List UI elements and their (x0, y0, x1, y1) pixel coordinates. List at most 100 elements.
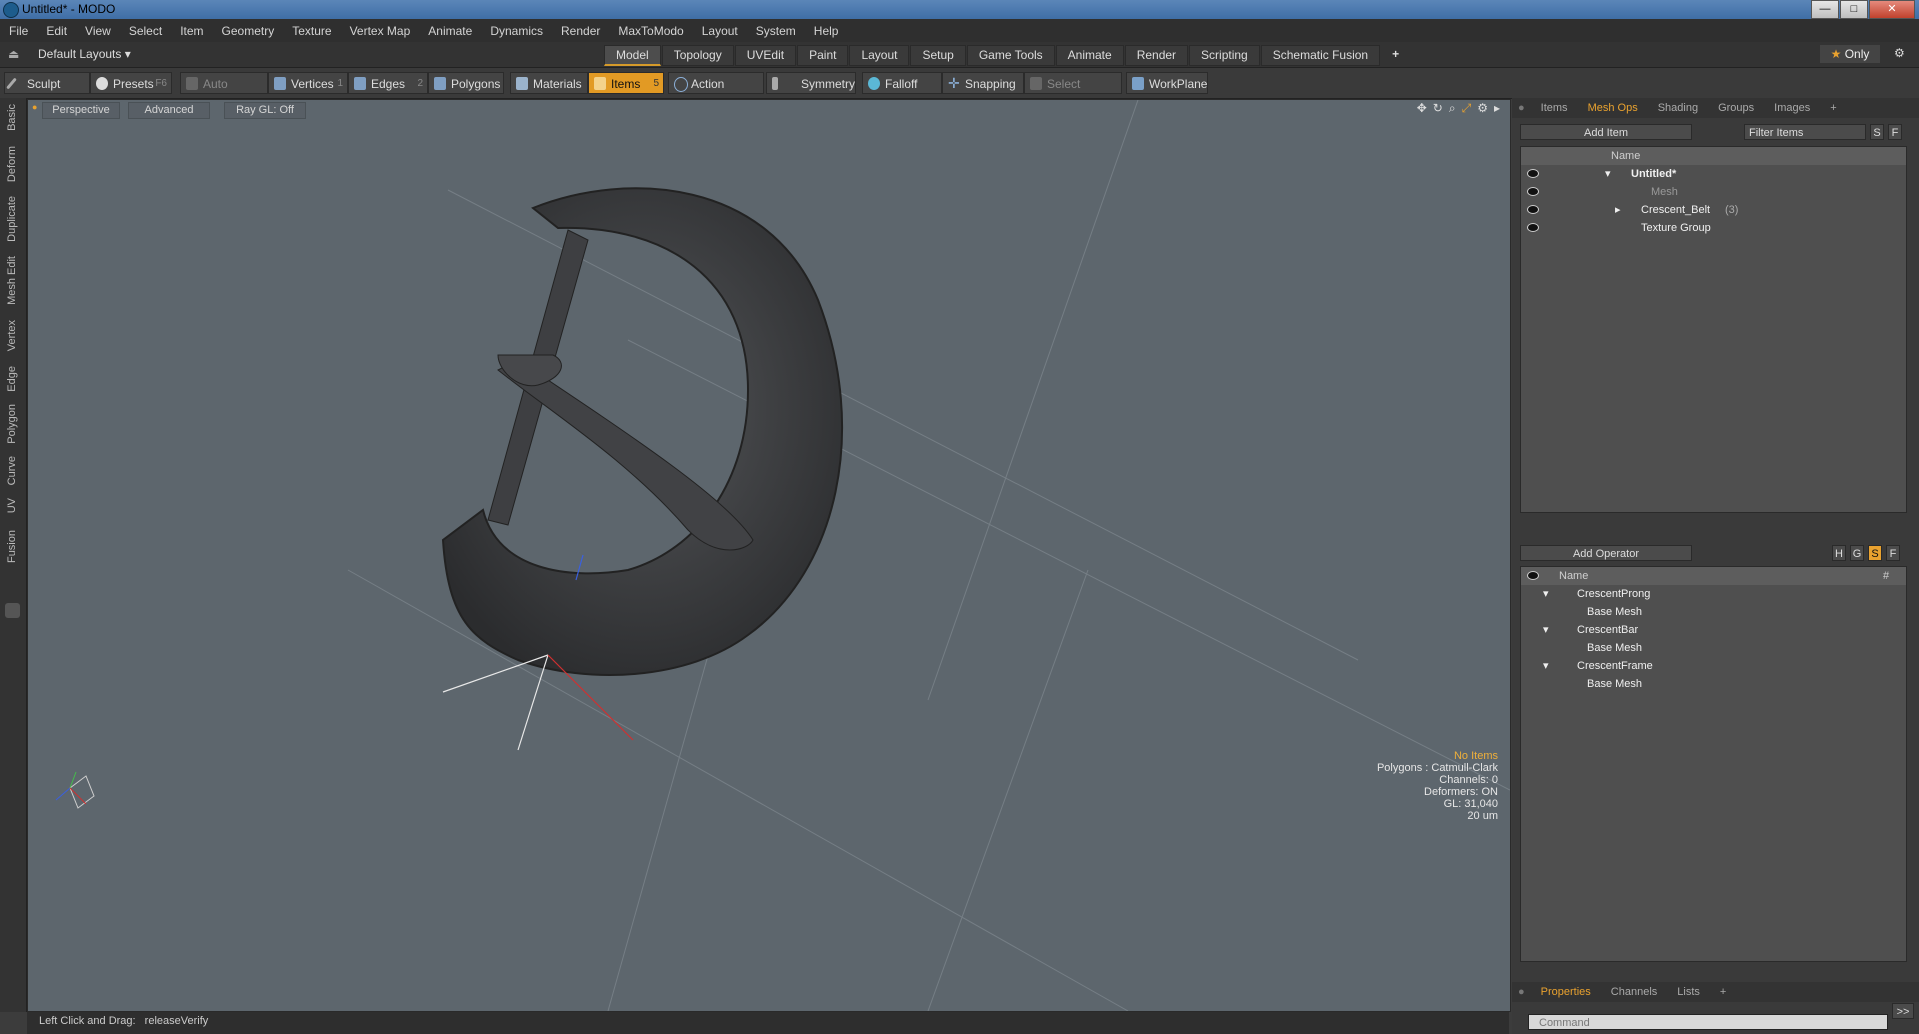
tab-curve[interactable]: Curve (6, 456, 18, 485)
tab-channels[interactable]: Channels (1601, 986, 1667, 998)
action-center-button[interactable]: Action Center (668, 72, 764, 113)
layout-up-icon[interactable]: ⏏ (8, 47, 19, 61)
tab-model[interactable]: Model (604, 45, 661, 66)
eye-icon[interactable] (1527, 169, 1539, 178)
only-button[interactable]: ★ Only (1820, 45, 1880, 63)
menu-animate[interactable]: Animate (419, 24, 481, 38)
tab-uvedit[interactable]: UVEdit (734, 45, 797, 66)
tab-properties[interactable]: Properties (1531, 986, 1601, 998)
meshop-row[interactable]: ▾ CrescentProng (1521, 585, 1906, 603)
workplane-button[interactable]: WorkPlane (1126, 72, 1208, 94)
tab-topology[interactable]: Topology (661, 45, 734, 66)
gear-icon[interactable]: ⚙ (1894, 46, 1905, 60)
tab-groups[interactable]: Groups (1708, 102, 1764, 114)
items-button[interactable]: Items 5 (588, 72, 664, 94)
menu-item[interactable]: Item (171, 24, 212, 38)
tab-layout[interactable]: Layout (849, 45, 910, 66)
menu-edit[interactable]: Edit (37, 24, 76, 38)
eye-icon[interactable] (1527, 205, 1539, 214)
eye-icon[interactable] (1527, 187, 1539, 196)
expand-button[interactable]: >> (1892, 1003, 1914, 1019)
tab-deform[interactable]: Deform (6, 146, 18, 182)
meshop-row[interactable]: Base Mesh (1521, 603, 1906, 621)
tab-paint[interactable]: Paint (797, 45, 849, 66)
vertices-button[interactable]: Vertices 1 (268, 72, 348, 94)
edges-button[interactable]: Edges 2 (348, 72, 428, 94)
add-item-button[interactable]: Add Item (1520, 124, 1692, 140)
expand-arrow-icon[interactable]: ▾ (1543, 585, 1549, 603)
add-tab-button[interactable]: + (1381, 45, 1410, 66)
meshops-h-button[interactable]: H (1832, 545, 1846, 561)
snapping-button[interactable]: ✛ Snapping (942, 72, 1024, 94)
tab-schematic-fusion[interactable]: Schematic Fusion (1260, 45, 1381, 66)
maximize-button[interactable]: □ (1840, 0, 1868, 19)
add-panel-tab-button[interactable]: + (1710, 986, 1736, 998)
tab-polygon[interactable]: Polygon (6, 404, 18, 444)
tab-mesh-ops[interactable]: Mesh Ops (1578, 102, 1648, 114)
tab-uv[interactable]: UV (6, 498, 18, 513)
meshop-row[interactable]: Base Mesh (1521, 675, 1906, 693)
meshops-s-button[interactable]: S (1868, 545, 1882, 561)
tab-scripting[interactable]: Scripting (1189, 45, 1260, 66)
add-operator-button[interactable]: Add Operator (1520, 545, 1692, 561)
menu-help[interactable]: Help (805, 24, 848, 38)
filter-items-input[interactable]: Filter Items (1744, 124, 1866, 140)
panel-menu-icon[interactable]: ● (1512, 986, 1531, 998)
menu-maxtomodo[interactable]: MaxToModo (609, 24, 692, 38)
tab-shading[interactable]: Shading (1648, 102, 1708, 114)
tab-vertex[interactable]: Vertex (6, 320, 18, 351)
tab-images[interactable]: Images (1764, 102, 1820, 114)
materials-button[interactable]: Materials (510, 72, 588, 94)
items-s-button[interactable]: S (1870, 124, 1884, 140)
panel-menu-icon[interactable]: ● (1512, 102, 1531, 114)
falloff-button[interactable]: Falloff (862, 72, 942, 94)
tab-lists[interactable]: Lists (1667, 986, 1710, 998)
tab-setup[interactable]: Setup (910, 45, 966, 66)
tab-fusion[interactable]: Fusion (6, 530, 18, 563)
menu-dynamics[interactable]: Dynamics (481, 24, 552, 38)
meshop-row[interactable]: Base Mesh (1521, 639, 1906, 657)
select-through-button[interactable]: Select Through (1024, 72, 1122, 113)
tab-mesh-edit[interactable]: Mesh Edit (6, 256, 18, 305)
expand-arrow-icon[interactable]: ▾ (1543, 621, 1549, 639)
menu-view[interactable]: View (76, 24, 120, 38)
menu-layout[interactable]: Layout (693, 24, 747, 38)
command-input[interactable]: Command (1528, 1014, 1888, 1030)
tab-edge[interactable]: Edge (6, 366, 18, 392)
sculpt-button[interactable]: Sculpt (4, 72, 90, 94)
add-panel-tab-button[interactable]: + (1820, 102, 1846, 114)
auto-select-button[interactable]: Auto Select (180, 72, 268, 113)
tab-basic[interactable]: Basic (6, 104, 18, 131)
tool-tabs-toggle[interactable] (5, 603, 20, 618)
tab-game-tools[interactable]: Game Tools (966, 45, 1055, 66)
tab-items[interactable]: Items (1531, 102, 1578, 114)
menu-render[interactable]: Render (552, 24, 609, 38)
tab-animate[interactable]: Animate (1055, 45, 1124, 66)
tree-row[interactable]: ▸ Crescent_Belt (3) (1521, 201, 1906, 219)
meshops-f-button[interactable]: F (1886, 545, 1900, 561)
symmetry-button[interactable]: Symmetry (766, 72, 856, 94)
meshop-row[interactable]: ▾ CrescentFrame (1521, 657, 1906, 675)
menu-vertex-map[interactable]: Vertex Map (341, 24, 420, 38)
minimize-button[interactable]: — (1811, 0, 1839, 19)
menu-file[interactable]: File (0, 24, 37, 38)
tree-row[interactable]: Mesh (1521, 183, 1906, 201)
menu-texture[interactable]: Texture (283, 24, 340, 38)
default-layouts-dropdown[interactable]: Default Layouts ▾ (38, 47, 131, 61)
tab-duplicate[interactable]: Duplicate (6, 196, 18, 242)
tab-render[interactable]: Render (1124, 45, 1189, 66)
polygons-button[interactable]: Polygons (428, 72, 504, 94)
expand-arrow-icon[interactable]: ▸ (1615, 201, 1621, 219)
tree-row[interactable]: ▾ Untitled* (1521, 165, 1906, 183)
close-button[interactable]: ✕ (1869, 0, 1915, 19)
3d-viewport[interactable]: ● Perspective Advanced Ray GL: Off ✥ ↻ ⌕… (27, 99, 1511, 1012)
tree-row[interactable]: Texture Group (1521, 219, 1906, 237)
presets-button[interactable]: Presets F6 (90, 72, 172, 94)
meshop-row[interactable]: ▾ CrescentBar (1521, 621, 1906, 639)
items-f-button[interactable]: F (1888, 124, 1902, 140)
eye-icon[interactable] (1527, 223, 1539, 232)
buckle-model[interactable] (441, 187, 843, 676)
meshops-g-button[interactable]: G (1850, 545, 1864, 561)
menu-select[interactable]: Select (120, 24, 171, 38)
expand-arrow-icon[interactable]: ▾ (1543, 657, 1549, 675)
